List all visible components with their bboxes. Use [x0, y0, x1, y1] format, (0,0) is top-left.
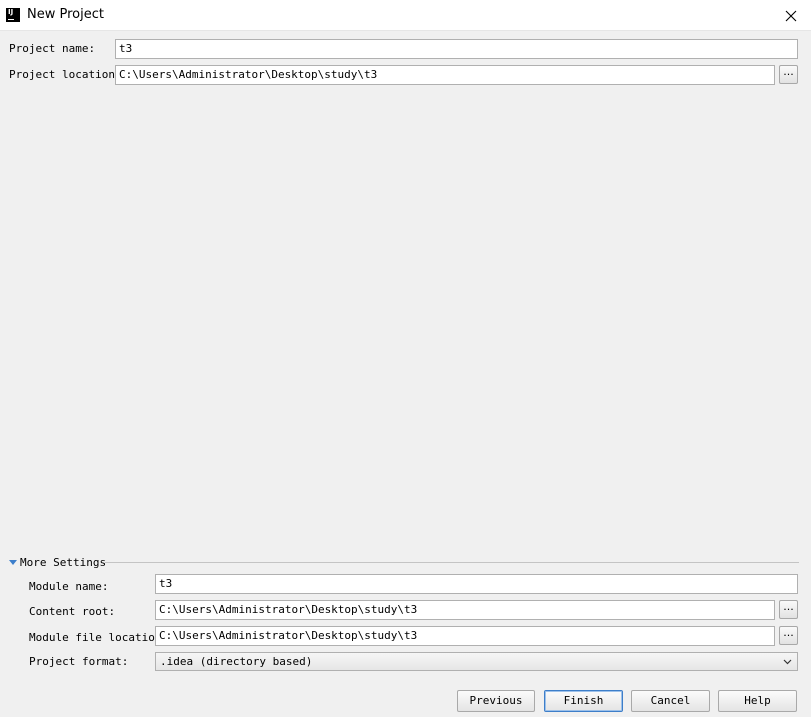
- project-format-value: .idea (directory based): [160, 655, 313, 668]
- help-button[interactable]: Help: [718, 690, 797, 712]
- project-location-input[interactable]: C:\Users\Administrator\Desktop\study\t3: [115, 65, 775, 85]
- project-name-input[interactable]: t3: [115, 39, 798, 59]
- logo-text: IJ: [8, 8, 14, 16]
- previous-button[interactable]: Previous: [457, 690, 535, 712]
- chevron-down-icon: [783, 659, 792, 665]
- project-name-label: Project name:: [9, 42, 96, 55]
- more-settings-toggle[interactable]: More Settings: [9, 556, 799, 570]
- close-icon: [785, 10, 797, 21]
- content-root-input[interactable]: C:\Users\Administrator\Desktop\study\t3: [155, 600, 775, 620]
- module-file-location-label: Module file location:: [29, 631, 169, 644]
- module-name-label: Module name:: [29, 580, 109, 593]
- close-button[interactable]: [771, 0, 811, 31]
- section-divider: [105, 562, 799, 563]
- window-title: New Project: [27, 7, 104, 22]
- project-format-label: Project format:: [29, 655, 129, 668]
- module-file-location-input[interactable]: C:\Users\Administrator\Desktop\study\t3: [155, 626, 775, 646]
- project-location-label: Project location:: [9, 68, 122, 81]
- cancel-button[interactable]: Cancel: [631, 690, 710, 712]
- content-root-browse-button[interactable]: ...: [779, 600, 798, 619]
- expand-triangle-icon: [9, 560, 17, 565]
- finish-button[interactable]: Finish: [544, 690, 623, 712]
- more-settings-title: More Settings: [20, 556, 107, 569]
- intellij-logo-icon: IJ: [6, 8, 20, 22]
- content-root-label: Content root:: [29, 605, 116, 618]
- project-location-browse-button[interactable]: ...: [779, 65, 798, 84]
- project-format-select[interactable]: .idea (directory based): [155, 652, 798, 671]
- module-file-location-browse-button[interactable]: ...: [779, 626, 798, 645]
- title-bar: IJ New Project: [0, 0, 811, 31]
- module-name-input[interactable]: t3: [155, 574, 798, 594]
